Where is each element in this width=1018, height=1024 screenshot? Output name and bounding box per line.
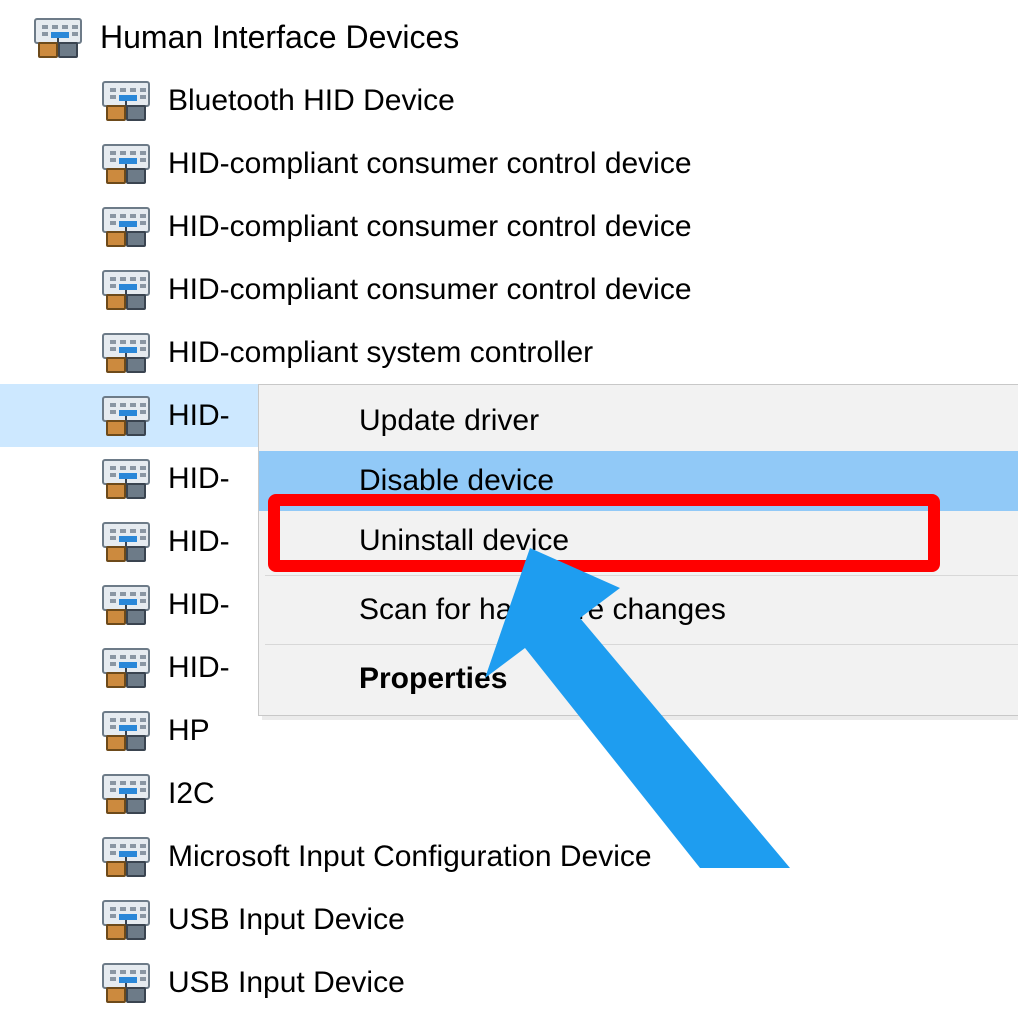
tree-node-label: HID-compliant consumer control device [168,147,692,181]
hid-icon [102,144,150,184]
menu-item-label: Uninstall device [359,524,569,558]
tree-node-child[interactable]: HID-compliant system controller [0,321,1018,384]
tree-node-child[interactable]: HID-compliant consumer control device [0,258,1018,321]
tree-node-child[interactable]: HID-compliant consumer control device [0,132,1018,195]
menu-item-label: Update driver [359,404,539,438]
menu-item-scan-hardware[interactable]: Scan for hardware changes [259,580,1018,640]
menu-item-label: Properties [359,662,507,696]
hid-icon [102,900,150,940]
tree-node-label: USB Input Device [168,966,405,1000]
tree-node-label: HID-compliant system controller [168,336,593,370]
tree-node-label: Bluetooth HID Device [168,84,455,118]
hid-icon [34,18,82,58]
hid-icon [102,711,150,751]
menu-separator [265,644,1018,645]
hid-icon [102,207,150,247]
tree-node-label: HID- [168,462,230,496]
context-menu: Update driver Disable device Uninstall d… [258,384,1018,716]
hid-icon [102,333,150,373]
tree-node-label: HID-compliant consumer control device [168,210,692,244]
hid-icon [102,963,150,1003]
menu-item-properties[interactable]: Properties [259,649,1018,709]
tree-node-child[interactable]: USB Input Device [0,951,1018,1014]
tree-node-child[interactable]: USB Input Device [0,888,1018,951]
tree-node-label: HID- [168,651,230,685]
tree-node-label: Human Interface Devices [100,19,459,56]
tree-node-label: HID- [168,588,230,622]
tree-node-parent-hid[interactable]: Human Interface Devices [0,6,1018,69]
hid-icon [102,81,150,121]
hid-icon [102,270,150,310]
tree-node-child[interactable]: Bluetooth HID Device [0,69,1018,132]
menu-item-label: Scan for hardware changes [359,593,726,627]
tree-node-label: HP [168,714,210,748]
tree-node-label: USB Input Device [168,903,405,937]
tree-node-child[interactable]: Microsoft Input Configuration Device [0,825,1018,888]
tree-node-label: HID- [168,399,230,433]
tree-node-child[interactable]: I2C [0,762,1018,825]
menu-item-update-driver[interactable]: Update driver [259,391,1018,451]
hid-icon [102,837,150,877]
menu-item-label: Disable device [359,464,554,498]
tree-node-label: HID-compliant consumer control device [168,273,692,307]
tree-node-label: I2C [168,777,215,811]
tree-node-child[interactable]: HID-compliant consumer control device [0,195,1018,258]
menu-item-disable-device[interactable]: Disable device [259,451,1018,511]
hid-icon [102,459,150,499]
tree-node-label: HID- [168,525,230,559]
hid-icon [102,585,150,625]
hid-icon [102,522,150,562]
menu-item-uninstall-device[interactable]: Uninstall device [259,511,1018,571]
hid-icon [102,648,150,688]
hid-icon [102,396,150,436]
tree-node-label: Microsoft Input Configuration Device [168,840,652,874]
menu-separator [265,575,1018,576]
hid-icon [102,774,150,814]
